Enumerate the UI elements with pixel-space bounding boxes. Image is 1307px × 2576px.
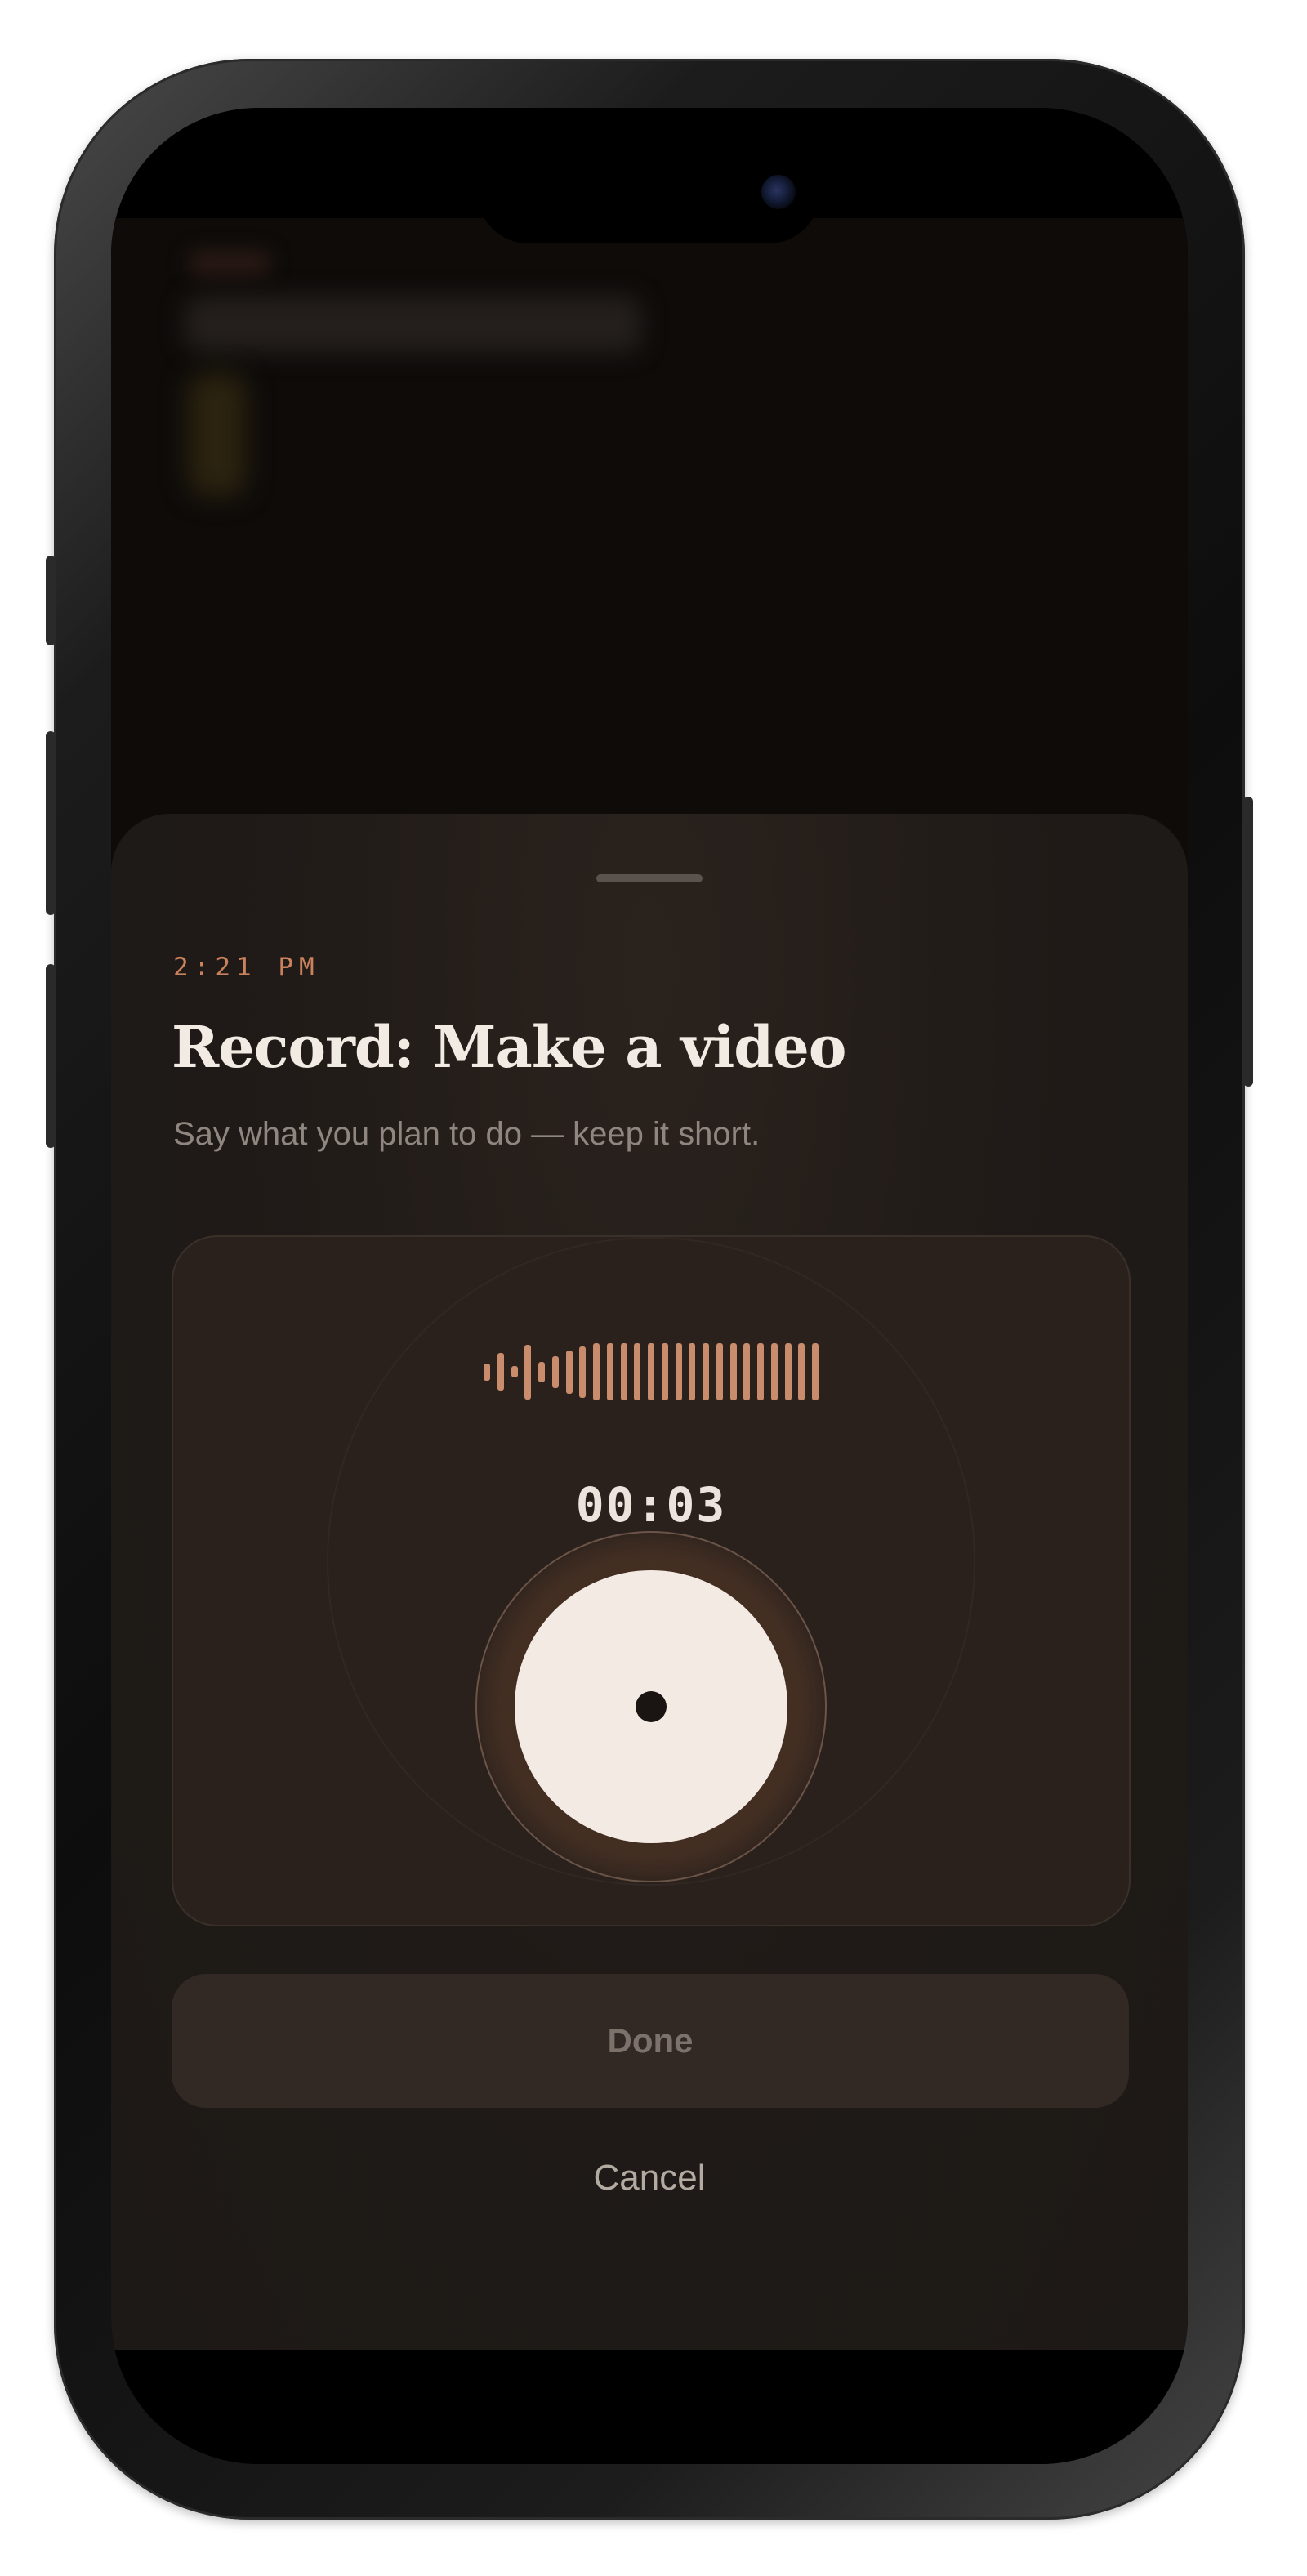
waveform-bar — [675, 1343, 682, 1400]
recorder-card: 00:03 — [172, 1235, 1131, 1926]
waveform-bar — [703, 1343, 709, 1400]
waveform-bar — [812, 1343, 819, 1400]
waveform-bar — [606, 1343, 613, 1400]
waveform-bar — [524, 1344, 532, 1400]
waveform-bar — [551, 1355, 559, 1388]
done-button[interactable]: Done — [172, 1974, 1129, 2108]
record-dot-icon — [636, 1691, 667, 1722]
home-indicator-area — [111, 2350, 1188, 2464]
waveform-bar — [579, 1346, 587, 1398]
waveform-bar — [770, 1343, 778, 1400]
waveform-bar — [634, 1343, 641, 1400]
waveform-bar — [484, 1363, 490, 1381]
volume-down-button — [46, 964, 56, 1148]
front-camera-icon — [761, 175, 796, 209]
waveform-bar — [538, 1361, 545, 1382]
waveform-bar — [620, 1343, 627, 1400]
waveform-bar — [689, 1343, 696, 1400]
dynamic-island — [477, 141, 820, 243]
sheet-grabber-handle[interactable] — [596, 874, 703, 882]
waveform-bar — [757, 1343, 764, 1400]
cancel-button[interactable]: Cancel — [486, 2137, 813, 2219]
background-blurred-title — [185, 296, 642, 353]
recording-time-label: 2:21 PM — [173, 953, 320, 982]
waveform-bar — [497, 1353, 504, 1391]
waveform-bar — [743, 1343, 751, 1400]
waveform-bar — [716, 1343, 723, 1400]
audio-waveform — [484, 1343, 819, 1400]
waveform-bar — [565, 1350, 573, 1394]
waveform-bar — [661, 1343, 668, 1400]
action-button — [46, 556, 56, 645]
background-blurred-label — [189, 251, 270, 275]
sheet-title: Record: Make a video — [172, 1013, 846, 1081]
background-blurred-chip — [189, 373, 246, 496]
phone-screen: 2:21 PM Record: Make a video Say what yo… — [111, 108, 1188, 2464]
power-button — [1243, 797, 1253, 1087]
waveform-bar — [784, 1343, 792, 1400]
record-sheet: 2:21 PM Record: Make a video Say what yo… — [111, 814, 1188, 2350]
volume-up-button — [46, 731, 56, 915]
recording-timer: 00:03 — [575, 1477, 727, 1533]
waveform-bar — [648, 1343, 654, 1400]
waveform-bar — [729, 1343, 737, 1400]
record-button[interactable] — [515, 1570, 787, 1843]
sheet-subtitle: Say what you plan to do — keep it short. — [173, 1116, 761, 1152]
waveform-bar — [511, 1366, 518, 1377]
waveform-bar — [593, 1343, 600, 1400]
waveform-bar — [798, 1343, 805, 1400]
